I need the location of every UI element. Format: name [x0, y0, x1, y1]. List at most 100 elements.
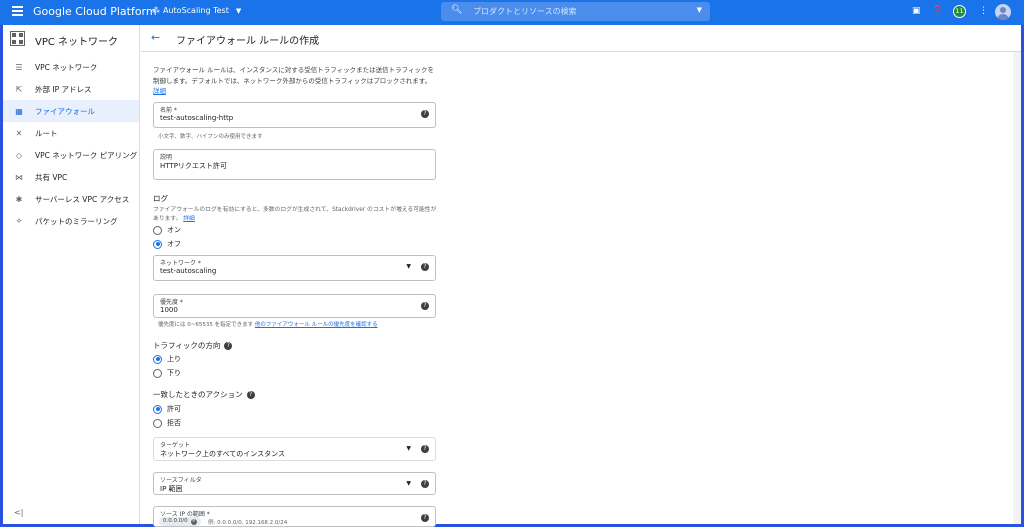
sidebar-item-external-ip[interactable]: ⇱ 外部 IP アドレス — [3, 78, 139, 100]
dropdown-arrow-icon: ▼ — [406, 263, 411, 270]
log-on-radio[interactable]: オン — [153, 225, 181, 235]
radio-unchecked-icon — [153, 368, 162, 378]
help-icon[interactable]: ? — [224, 341, 233, 350]
direction-egress-radio[interactable]: 下り — [153, 368, 181, 378]
sidebar-item-label: VPC ネットワーク — [35, 62, 98, 72]
collapse-sidebar-icon[interactable]: <| — [14, 508, 23, 517]
direction-heading: トラフィックの方向 ? — [153, 340, 233, 351]
log-description: ファイアウォールのログを有効にすると、多数のログが生成されて、Stackdriv… — [153, 206, 438, 224]
search-input[interactable]: 🔍︎ プロダクトとリソースの検索 ▼ — [441, 2, 710, 21]
radio-unchecked-icon — [153, 418, 162, 428]
project-name: AutoScaling Test — [163, 6, 229, 15]
help-icon[interactable]: ❓ — [932, 6, 943, 16]
sidebar-item-firewall[interactable]: ▦ ファイアウォール — [3, 100, 139, 122]
log-off-radio[interactable]: オフ — [153, 239, 181, 249]
target-label: ターゲット — [160, 442, 191, 449]
action-heading: 一致したときのアクション ? — [153, 389, 255, 400]
mirroring-icon: ⟡ — [16, 216, 22, 225]
close-icon[interactable]: ✕ — [190, 518, 197, 525]
sidebar-item-shared-vpc[interactable]: ⋈ 共有 VPC — [3, 166, 139, 188]
log-learn-more-link[interactable]: 詳細 — [183, 216, 195, 222]
help-icon[interactable]: ? — [421, 302, 429, 310]
vpc-logo-icon — [10, 31, 25, 46]
help-icon[interactable]: ? — [421, 514, 429, 522]
sidebar-item-label: ルート — [35, 128, 58, 138]
log-text: ファイアウォールのログを有効にすると、多数のログが生成されて、Stackdriv… — [153, 207, 437, 222]
dropdown-arrow-icon: ▼ — [406, 480, 411, 487]
radio-checked-icon — [153, 239, 162, 249]
page-header: ← ファイアウォール ルールの作成 — [141, 25, 1021, 52]
radio-checked-icon — [153, 404, 162, 414]
priority-label: 優先度 * — [160, 299, 183, 306]
source-filter-value: IP 範囲 — [160, 485, 183, 493]
scrollbar[interactable] — [1013, 52, 1021, 524]
priority-value: 1000 — [160, 306, 178, 314]
help-icon[interactable]: ? — [246, 390, 255, 399]
notification-badge[interactable]: 11 — [953, 5, 966, 18]
direction-ingress-radio[interactable]: 上り — [153, 354, 181, 364]
chevron-down-icon: ▼ — [235, 6, 242, 15]
ip-range-chip[interactable]: 0.0.0.0/0 ✕ — [159, 517, 201, 526]
target-select[interactable]: ターゲット ネットワーク上のすべてのインスタンス ▼ ? — [153, 437, 436, 461]
radio-unchecked-icon — [153, 225, 162, 235]
top-bar: Google Cloud Platform ⁂ AutoScaling Test… — [0, 0, 1024, 25]
firewall-icon: ▦ — [15, 106, 23, 116]
source-filter-select[interactable]: ソースフィルタ IP 範囲 ▼ ? — [153, 472, 436, 495]
network-select[interactable]: ネットワーク * test-autoscaling ▼ ? — [153, 255, 436, 281]
vpc-network-icon: ☰ — [15, 62, 23, 72]
ip-range-chip-text: 0.0.0.0/0 — [163, 518, 188, 524]
ip-range-example: 例: 0.0.0.0/0, 192.168.2.0/24 — [208, 520, 288, 526]
log-off-label: オフ — [167, 240, 181, 248]
description-field[interactable]: 説明 HTTPリクエスト許可 — [153, 149, 436, 180]
brand-title[interactable]: Google Cloud Platform — [33, 5, 157, 18]
source-ip-range-field[interactable]: ソース IP の範囲 * 0.0.0.0/0 ✕ 例: 0.0.0.0/0, 1… — [153, 506, 436, 527]
sidebar-item-label: サーバーレス VPC アクセス — [35, 194, 130, 204]
help-icon[interactable]: ? — [421, 480, 429, 488]
allow-label: 許可 — [167, 405, 181, 413]
action-heading-text: 一致したときのアクション — [153, 390, 243, 399]
sidebar-item-label: パケットのミラーリング — [35, 216, 118, 226]
intro-text: ファイアウォール ルールは、インスタンスに対する受信トラフィックまたは送信トラフ… — [153, 65, 438, 97]
help-icon[interactable]: ? — [421, 110, 429, 118]
name-hint: 小文字、数字、ハイフンのみ使用できます — [158, 134, 263, 140]
back-arrow-icon[interactable]: ← — [151, 31, 160, 44]
priority-hint: 優先度には 0~65535 を指定できます 他のファイアウォール ルールの優先度… — [158, 320, 378, 328]
name-label: 名前 * — [160, 107, 177, 114]
priority-field[interactable]: 優先度 * 1000 ? — [153, 294, 436, 318]
search-placeholder: プロダクトとリソースの検索 — [473, 7, 577, 16]
dropdown-arrow-icon: ▼ — [406, 445, 411, 452]
priority-check-link[interactable]: 他のファイアウォール ルールの優先度を確認する — [255, 322, 378, 328]
name-field[interactable]: 名前 * test-autoscaling-http ? — [153, 102, 436, 128]
source-filter-label: ソースフィルタ — [160, 477, 202, 484]
account-avatar-icon[interactable] — [995, 4, 1011, 20]
shared-vpc-icon: ⋈ — [15, 172, 23, 182]
description-value: HTTPリクエスト許可 — [160, 162, 227, 170]
log-heading: ログ — [153, 194, 168, 203]
external-ip-icon: ⇱ — [15, 84, 23, 94]
help-icon[interactable]: ? — [421, 263, 429, 271]
sidebar-item-vpc-network[interactable]: ☰ VPC ネットワーク — [3, 56, 139, 78]
sidebar: VPC ネットワーク ☰ VPC ネットワーク ⇱ 外部 IP アドレス ▦ ファイア… — [3, 25, 140, 524]
network-value: test-autoscaling — [160, 267, 217, 275]
sidebar-nav: ☰ VPC ネットワーク ⇱ 外部 IP アドレス ▦ ファイアウォール ✕ ルート ◇… — [3, 56, 139, 232]
page-title: ファイアウォール ルールの作成 — [176, 36, 320, 47]
sidebar-item-serverless[interactable]: ✱ サーバーレス VPC アクセス — [3, 188, 139, 210]
sidebar-item-routes[interactable]: ✕ ルート — [3, 122, 139, 144]
serverless-icon: ✱ — [15, 194, 23, 204]
sidebar-item-label: 共有 VPC — [35, 172, 68, 182]
more-vert-icon[interactable]: ⋮ — [979, 6, 988, 16]
intro-paragraph: ファイアウォール ルールは、インスタンスに対する受信トラフィックまたは送信トラフ… — [153, 66, 435, 85]
cloud-shell-icon[interactable]: ▣ — [912, 6, 921, 16]
project-selector[interactable]: ⁂ AutoScaling Test ▼ — [152, 6, 241, 15]
ingress-label: 上り — [167, 355, 181, 363]
menu-icon[interactable] — [12, 6, 23, 16]
action-deny-radio[interactable]: 拒否 — [153, 418, 181, 428]
action-allow-radio[interactable]: 許可 — [153, 404, 181, 414]
egress-label: 下り — [167, 369, 181, 377]
sidebar-item-mirroring[interactable]: ⟡ パケットのミラーリング — [3, 210, 139, 232]
chevron-down-icon[interactable]: ▼ — [697, 6, 702, 14]
help-icon[interactable]: ? — [421, 445, 429, 453]
sidebar-item-peering[interactable]: ◇ VPC ネットワーク ピアリング — [3, 144, 139, 166]
name-value: test-autoscaling-http — [160, 114, 234, 122]
intro-learn-more-link[interactable]: 詳細 — [153, 87, 166, 95]
